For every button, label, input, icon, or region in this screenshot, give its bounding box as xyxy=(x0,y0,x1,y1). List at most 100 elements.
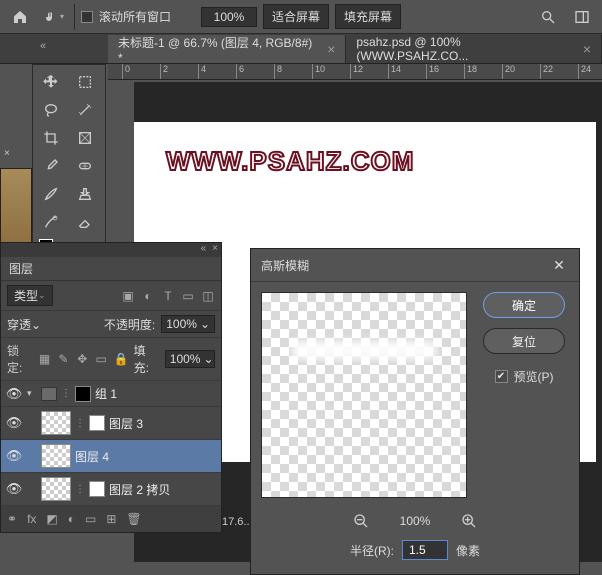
link-icon: ⋮ xyxy=(61,388,71,399)
visibility-icon[interactable]: 👁 xyxy=(5,386,23,402)
zoom-level[interactable]: 100% xyxy=(201,7,257,27)
collapse-tools-icon[interactable]: « xyxy=(40,40,46,52)
layer-item[interactable]: 👁 ⋮ 图层 3 xyxy=(1,407,221,440)
adjustment-layer-icon[interactable]: ◐ xyxy=(68,512,75,526)
expand-icon[interactable]: ▾ xyxy=(27,388,37,399)
marquee-tool-icon[interactable] xyxy=(69,69,101,95)
layer-fx-icon[interactable]: fx xyxy=(27,512,36,526)
layer-mask-icon[interactable]: ◩ xyxy=(46,512,57,526)
brush-tool-icon[interactable] xyxy=(35,181,67,207)
blend-opacity-row: 穿透⌄ 不透明度: 100%⌄ xyxy=(1,311,221,338)
opacity-input[interactable]: 100%⌄ xyxy=(161,315,215,333)
radius-row: 半径(R): 1.5 像素 xyxy=(251,538,579,574)
layer-thumb[interactable] xyxy=(41,477,71,501)
layer-name[interactable]: 图层 4 xyxy=(75,448,109,465)
scroll-all-label: 滚动所有窗口 xyxy=(99,8,171,25)
visibility-icon[interactable]: 👁 xyxy=(5,481,23,497)
link-icon: ⋮ xyxy=(75,484,85,495)
lock-pixels-icon[interactable]: ▦ xyxy=(38,352,51,366)
layer-name[interactable]: 图层 2 拷贝 xyxy=(109,481,170,498)
filter-type-icon[interactable]: T xyxy=(161,289,175,303)
layer-group[interactable]: 👁 ▾ ⋮ 组 1 xyxy=(1,381,221,407)
preview-zoom-row: 100% xyxy=(251,508,579,538)
layers-tab[interactable]: 图层 xyxy=(1,257,221,281)
collapse-icon[interactable]: « xyxy=(198,243,210,257)
mask-thumb[interactable] xyxy=(89,481,105,497)
tab-doc-1[interactable]: 未标题-1 @ 66.7% (图层 4, RGB/8#) * × xyxy=(108,35,346,63)
zoom-in-icon[interactable] xyxy=(460,512,478,530)
opacity-label: 不透明度: xyxy=(104,316,155,333)
group-icon[interactable]: ▭ xyxy=(85,512,96,526)
layer-name[interactable]: 图层 3 xyxy=(109,415,143,432)
filter-smart-icon[interactable]: ◫ xyxy=(201,289,215,303)
visibility-icon[interactable]: 👁 xyxy=(5,448,23,464)
lasso-tool-icon[interactable] xyxy=(35,97,67,123)
layer-thumb[interactable] xyxy=(41,444,71,468)
mini-close-icon[interactable]: × xyxy=(4,148,10,159)
new-layer-icon[interactable]: ⊞ xyxy=(106,512,116,526)
scroll-all-checkbox[interactable] xyxy=(81,11,93,23)
reset-button[interactable]: 复位 xyxy=(483,328,565,354)
layer-item[interactable]: 👁 ⋮ 图层 2 拷贝 xyxy=(1,473,221,506)
close-icon[interactable]: × xyxy=(583,41,591,57)
delete-layer-icon[interactable]: 🗑 xyxy=(126,512,141,526)
filter-adjust-icon[interactable]: ◐ xyxy=(141,289,155,303)
layer-item-selected[interactable]: 👁 图层 4 xyxy=(1,440,221,473)
filter-kind-select[interactable]: 类型⌄ xyxy=(7,285,53,306)
status-bar-fragment: 17.6... xyxy=(222,516,253,528)
layer-thumb[interactable] xyxy=(41,411,71,435)
gaussian-blur-dialog: 高斯模糊 ✕ 确定 复位 ✔ 预览(P) 100% 半径(R): 1.5 像素 xyxy=(250,248,580,575)
healing-brush-tool-icon[interactable] xyxy=(69,153,101,179)
blend-mode-select[interactable]: 穿透⌄ xyxy=(7,316,41,333)
blur-preview[interactable] xyxy=(261,292,467,498)
mask-thumb[interactable] xyxy=(75,386,91,402)
close-icon[interactable]: ✕ xyxy=(549,255,569,275)
visibility-icon[interactable]: 👁 xyxy=(5,415,23,431)
dialog-titlebar[interactable]: 高斯模糊 ✕ xyxy=(251,249,579,282)
eyedropper-tool-icon[interactable] xyxy=(35,153,67,179)
fill-screen-button[interactable]: 填充屏幕 xyxy=(335,4,401,29)
layer-list: 👁 ▾ ⋮ 组 1 👁 ⋮ 图层 3 👁 图层 4 👁 ⋮ xyxy=(1,381,221,506)
close-icon[interactable]: × xyxy=(209,243,221,257)
filter-pixel-icon[interactable]: ▣ xyxy=(121,289,135,303)
frame-tool-icon[interactable] xyxy=(69,125,101,151)
radius-label: 半径(R): xyxy=(350,542,394,559)
close-icon[interactable]: × xyxy=(327,41,335,57)
search-icon[interactable] xyxy=(534,4,562,30)
layers-panel: « × 图层 类型⌄ ▣ ◐ T ▭ ◫ 穿透⌄ 不透明度: 100%⌄ 锁定:… xyxy=(0,242,222,533)
divider xyxy=(74,4,75,30)
lock-artboard-icon[interactable]: ▭ xyxy=(95,352,108,366)
toolbox xyxy=(32,64,106,268)
tab-label: 未标题-1 @ 66.7% (图层 4, RGB/8#) * xyxy=(118,34,319,65)
move-tool-icon[interactable] xyxy=(35,69,67,95)
panel-layout-icon[interactable] xyxy=(568,4,596,30)
lock-label: 锁定: xyxy=(7,342,32,376)
preview-content xyxy=(292,341,436,359)
home-icon[interactable] xyxy=(6,4,34,30)
horizontal-ruler: 0 2 4 6 8 10 12 14 16 18 20 22 24 xyxy=(108,64,602,80)
zoom-out-icon[interactable] xyxy=(352,512,370,530)
link-icon: ⋮ xyxy=(75,418,85,429)
eraser-tool-icon[interactable] xyxy=(69,209,101,235)
lock-brush-icon[interactable]: ✎ xyxy=(57,352,70,366)
lock-position-icon[interactable]: ✥ xyxy=(76,352,89,366)
fill-input[interactable]: 100%⌄ xyxy=(165,350,215,368)
hand-tool-icon[interactable]: ▾ xyxy=(40,4,68,30)
tab-doc-2[interactable]: psahz.psd @ 100% (WWW.PSAHZ.CO... × xyxy=(346,35,602,63)
clone-stamp-tool-icon[interactable] xyxy=(69,181,101,207)
preview-checkbox[interactable]: ✔ xyxy=(495,370,508,383)
history-brush-tool-icon[interactable] xyxy=(35,209,67,235)
link-layers-icon[interactable]: ⚭ xyxy=(7,512,17,526)
lock-all-icon[interactable]: 🔒 xyxy=(114,352,128,366)
preview-zoom-value: 100% xyxy=(400,514,431,528)
magic-wand-tool-icon[interactable] xyxy=(69,97,101,123)
crop-tool-icon[interactable] xyxy=(35,125,67,151)
filter-shape-icon[interactable]: ▭ xyxy=(181,289,195,303)
layer-name[interactable]: 组 1 xyxy=(95,385,117,402)
options-bar: ▾ 滚动所有窗口 100% 适合屏幕 填充屏幕 xyxy=(0,0,602,34)
mask-thumb[interactable] xyxy=(89,415,105,431)
ok-button[interactable]: 确定 xyxy=(483,292,565,318)
canvas-text: WWW.PSAHZ.COM xyxy=(166,146,414,177)
radius-input[interactable]: 1.5 xyxy=(402,540,448,560)
fit-screen-button[interactable]: 适合屏幕 xyxy=(263,4,329,29)
